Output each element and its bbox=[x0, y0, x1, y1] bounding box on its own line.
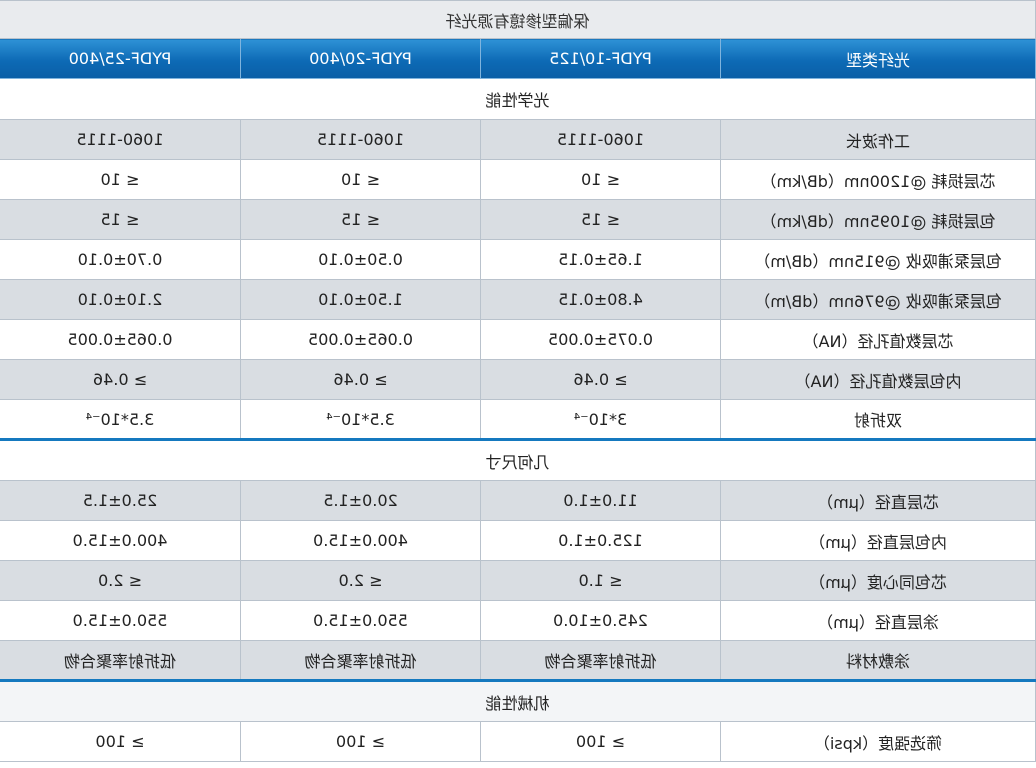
column-header-row: 光纤类型 PYDF-10/125 PYDF-20/400 PYDF-25/400 bbox=[0, 38, 1036, 79]
value-cell: 1060-1115 bbox=[240, 119, 481, 160]
parameter-name-cell: 涂敷材料 bbox=[720, 640, 1036, 681]
value-cell: ≤ 2.0 bbox=[0, 560, 241, 601]
value-cell: 400.0±15.0 bbox=[0, 520, 241, 561]
value-cell: 550.0±15.0 bbox=[240, 600, 481, 641]
value-cell: 0.065±0.005 bbox=[240, 319, 481, 360]
table-row: 内包层直径（μm） 125.0±1.0 400.0±15.0 400.0±15.0 bbox=[0, 520, 1036, 561]
value-cell: ≤ 2.0 bbox=[240, 560, 481, 601]
table-row: 包层泵浦吸收 @976nm（dB/m） 4.80±0.15 1.50±0.10 2.1… bbox=[0, 279, 1036, 320]
value-cell: ≥ 100 bbox=[0, 721, 241, 762]
section-header-row: 机械性能 bbox=[0, 680, 1036, 722]
value-cell: 1.50±0.10 bbox=[240, 279, 481, 320]
parameter-name-cell: 内包层数值孔径（NA） bbox=[720, 359, 1036, 400]
table-row: 内包层数值孔径（NA） ≥ 0.46 ≥ 0.46 ≥ 0.46 bbox=[0, 359, 1036, 400]
value-cell: ≤ 10 bbox=[480, 159, 721, 200]
section-header-row: 光学性能 bbox=[0, 78, 1036, 120]
table-row: 芯层损耗 @1200nm（dB/km） ≤ 10 ≤ 10 ≤ 10 bbox=[0, 159, 1036, 200]
value-cell: ≥ 0.46 bbox=[0, 359, 241, 400]
value-cell: 3.5*10⁻⁴ bbox=[240, 399, 481, 440]
table-row: 芯层数值孔径（NA） 0.075±0.005 0.065±0.005 0.065±0.… bbox=[0, 319, 1036, 360]
table-row: 双折射 3*10⁻⁴ 3.5*10⁻⁴ 3.5*10⁻⁴ bbox=[0, 399, 1036, 440]
value-cell: ≤ 10 bbox=[240, 159, 481, 200]
header-model-3: PYDF-25/400 bbox=[0, 38, 241, 79]
value-cell: ≤ 15 bbox=[480, 199, 721, 240]
value-cell: ≥ 100 bbox=[240, 721, 481, 762]
value-cell: 3.5*10⁻⁴ bbox=[0, 399, 241, 440]
value-cell: 0.70±0.10 bbox=[0, 239, 241, 280]
value-cell: 1060-1115 bbox=[480, 119, 721, 160]
parameter-name-cell: 芯层数值孔径（NA） bbox=[720, 319, 1036, 360]
value-cell: ≥ 0.46 bbox=[240, 359, 481, 400]
value-cell: 4.80±0.15 bbox=[480, 279, 721, 320]
value-cell: 低折射率聚合物 bbox=[480, 640, 721, 681]
header-model-1: PYDF-10/125 bbox=[480, 38, 721, 79]
parameter-name-cell: 包层损耗 @1095nm（dB/km） bbox=[720, 199, 1036, 240]
value-cell: 1.65±0.15 bbox=[480, 239, 721, 280]
table-row: 包层泵浦吸收 @915nm（dB/m） 1.65±0.15 0.50±0.10 0.7… bbox=[0, 239, 1036, 280]
value-cell: 0.50±0.10 bbox=[240, 239, 481, 280]
section-header-row: 几何尺寸 bbox=[0, 439, 1036, 481]
mirrored-page: 保偏型掺镱有源光纤 光纤类型 PYDF-10/125 PYDF-20/400 P… bbox=[0, 0, 1036, 768]
value-cell: 低折射率聚合物 bbox=[0, 640, 241, 681]
table-body: 保偏型掺镱有源光纤 光纤类型 PYDF-10/125 PYDF-20/400 P… bbox=[0, 0, 1036, 762]
table-row: 芯包同心度（μm） ≤ 1.0 ≤ 2.0 ≤ 2.0 bbox=[0, 560, 1036, 601]
parameter-name-cell: 筛选强度（kpsi） bbox=[720, 721, 1036, 762]
value-cell: 400.0±15.0 bbox=[240, 520, 481, 561]
parameter-name-cell: 包层泵浦吸收 @976nm（dB/m） bbox=[720, 279, 1036, 320]
table-title-row: 保偏型掺镱有源光纤 bbox=[0, 0, 1036, 39]
value-cell: 245.0±10.0 bbox=[480, 600, 721, 641]
value-cell: 0.075±0.005 bbox=[480, 319, 721, 360]
value-cell: 1060-1115 bbox=[0, 119, 241, 160]
header-model-2: PYDF-20/400 bbox=[240, 38, 481, 79]
value-cell: 125.0±1.0 bbox=[480, 520, 721, 561]
section-title: 光学性能 bbox=[0, 78, 1036, 120]
table-row: 筛选强度（kpsi） ≥ 100 ≥ 100 ≥ 100 bbox=[0, 721, 1036, 762]
table-row: 包层损耗 @1095nm（dB/km） ≤ 15 ≤ 15 ≤ 15 bbox=[0, 199, 1036, 240]
value-cell: 低折射率聚合物 bbox=[240, 640, 481, 681]
table-title: 保偏型掺镱有源光纤 bbox=[0, 0, 1036, 39]
table-row: 工作波长 1060-1115 1060-1115 1060-1115 bbox=[0, 119, 1036, 160]
table-row: 涂敷材料 低折射率聚合物 低折射率聚合物 低折射率聚合物 bbox=[0, 640, 1036, 681]
value-cell: ≥ 0.46 bbox=[480, 359, 721, 400]
value-cell: 25.0±1.5 bbox=[0, 480, 241, 521]
parameter-name-cell: 涂层直径（μm） bbox=[720, 600, 1036, 641]
table-row: 涂层直径（μm） 245.0±10.0 550.0±15.0 550.0±15.0 bbox=[0, 600, 1036, 641]
parameter-name-cell: 芯包同心度（μm） bbox=[720, 560, 1036, 601]
header-fiber-type: 光纤类型 bbox=[720, 38, 1036, 79]
value-cell: 0.065±0.005 bbox=[0, 319, 241, 360]
parameter-name-cell: 工作波长 bbox=[720, 119, 1036, 160]
parameter-name-cell: 芯层损耗 @1200nm（dB/km） bbox=[720, 159, 1036, 200]
value-cell: ≤ 10 bbox=[0, 159, 241, 200]
section-title: 几何尺寸 bbox=[0, 439, 1036, 481]
value-cell: 3*10⁻⁴ bbox=[480, 399, 721, 440]
value-cell: ≤ 15 bbox=[240, 199, 481, 240]
value-cell: 11.0±1.0 bbox=[480, 480, 721, 521]
section-title: 机械性能 bbox=[0, 680, 1036, 722]
value-cell: 2.10±0.10 bbox=[0, 279, 241, 320]
value-cell: 20.0±1.5 bbox=[240, 480, 481, 521]
parameter-name-cell: 内包层直径（μm） bbox=[720, 520, 1036, 561]
parameter-name-cell: 双折射 bbox=[720, 399, 1036, 440]
value-cell: ≤ 1.0 bbox=[480, 560, 721, 601]
value-cell: ≤ 15 bbox=[0, 199, 241, 240]
fiber-spec-table: 保偏型掺镱有源光纤 光纤类型 PYDF-10/125 PYDF-20/400 P… bbox=[0, 0, 1036, 762]
parameter-name-cell: 芯层直径（μm） bbox=[720, 480, 1036, 521]
value-cell: ≥ 100 bbox=[480, 721, 721, 762]
value-cell: 550.0±15.0 bbox=[0, 600, 241, 641]
table-row: 芯层直径（μm） 11.0±1.0 20.0±1.5 25.0±1.5 bbox=[0, 480, 1036, 521]
parameter-name-cell: 包层泵浦吸收 @915nm（dB/m） bbox=[720, 239, 1036, 280]
